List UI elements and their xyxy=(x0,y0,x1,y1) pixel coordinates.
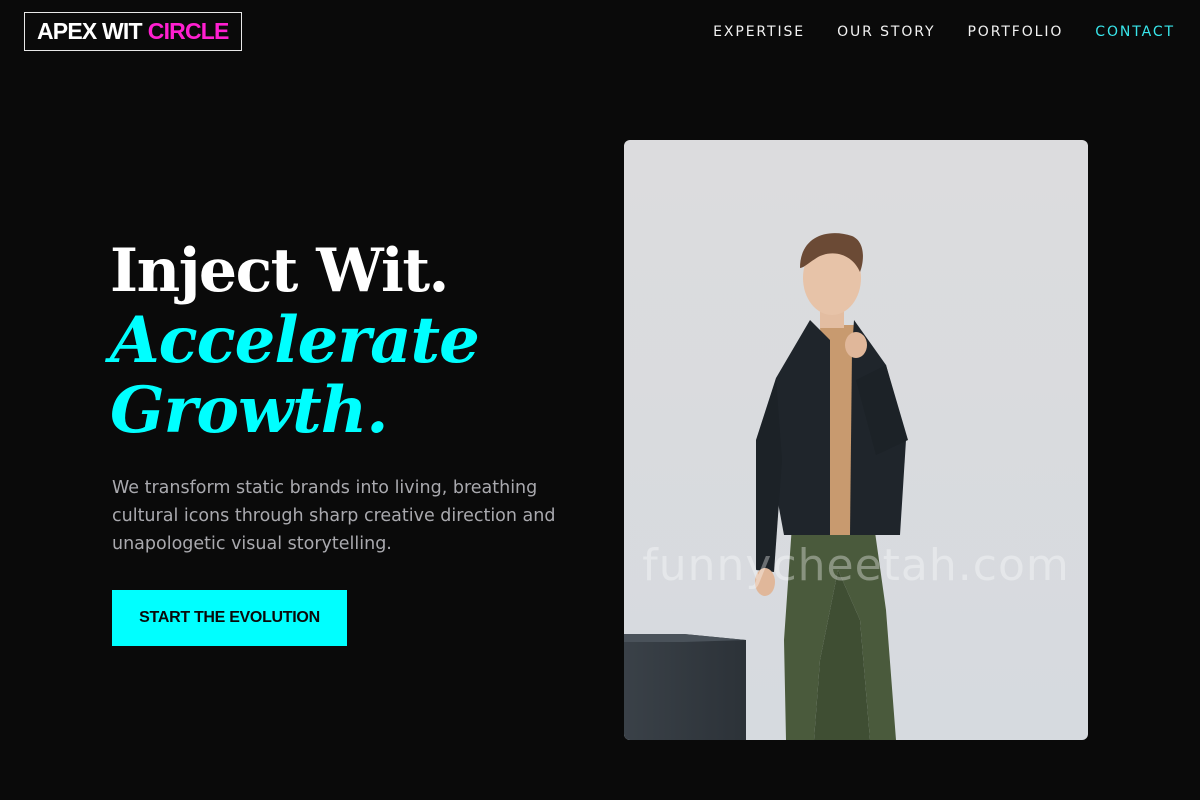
nav-link-portfolio[interactable]: PORTFOLIO xyxy=(967,22,1063,42)
headline-line-1: Inject Wit. xyxy=(110,236,449,306)
hero-headline: Inject Wit. Accelerate Growth. xyxy=(110,236,480,448)
headline-line-3: Growth. xyxy=(110,373,389,448)
headline-line-2: Accelerate xyxy=(110,303,480,378)
hero-subtitle: We transform static brands into living, … xyxy=(112,478,556,554)
main-nav: EXPERTISE OUR STORY PORTFOLIO CONTACT xyxy=(713,22,1175,42)
brand-name-accent: CIRCLE xyxy=(147,18,230,44)
nav-link-expertise[interactable]: EXPERTISE xyxy=(713,22,805,42)
start-evolution-button[interactable]: START THE EVOLUTION xyxy=(112,590,347,646)
brand-name-primary: APEX WIT xyxy=(37,18,143,44)
hero-image: funnycheetah.com xyxy=(624,140,1088,740)
nav-link-our-story[interactable]: OUR STORY xyxy=(837,22,935,42)
brand-logo[interactable]: APEX WIT CIRCLE xyxy=(24,12,242,51)
image-watermark: funnycheetah.com xyxy=(642,540,1070,591)
nav-link-contact[interactable]: CONTACT xyxy=(1095,22,1175,42)
model-photo xyxy=(624,140,1088,740)
